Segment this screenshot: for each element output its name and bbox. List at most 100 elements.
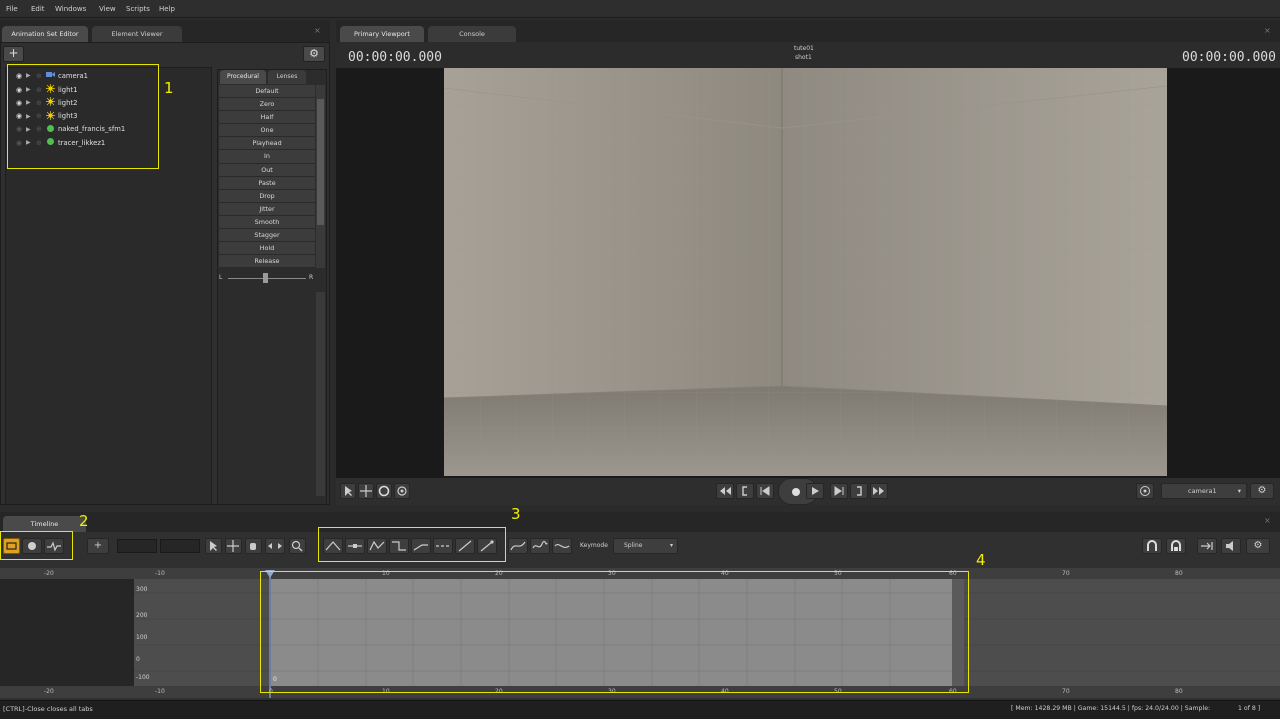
keymode-dropdown[interactable]: Spline ▾ (613, 538, 678, 554)
tab-timeline[interactable]: Timeline (3, 516, 86, 532)
status-page: 1 of 8 ] (1238, 705, 1261, 712)
snap-icon[interactable] (1166, 538, 1186, 554)
curve-bake-icon[interactable] (552, 538, 572, 554)
add-key-icon[interactable]: + (87, 538, 109, 554)
time-field-1[interactable] (117, 539, 157, 553)
procedural-item[interactable]: Hold (219, 242, 315, 256)
tab-console[interactable]: Console (428, 26, 516, 42)
channel-list (0, 579, 134, 686)
procedural-item[interactable]: Playhead (219, 137, 315, 151)
procedural-item[interactable]: Half (219, 111, 315, 125)
viewport-toolbar: camera1 ▾ ⚙ (336, 478, 1280, 505)
status-stats: [ Mem: 1428.29 MB | Game: 15144.5 | fps:… (1011, 705, 1211, 712)
procedural-item[interactable]: Jitter (219, 202, 315, 216)
room-scene (444, 68, 1167, 476)
shot-name: tute01 (794, 45, 814, 52)
menu-file[interactable]: File (6, 5, 18, 13)
menu-scripts[interactable]: Scripts (126, 5, 150, 13)
gear-icon[interactable]: ⚙ (1246, 538, 1270, 554)
procedural-item[interactable]: In (219, 150, 315, 164)
scale-time-icon[interactable] (265, 538, 285, 554)
rewind-icon[interactable] (716, 483, 734, 499)
close-icon[interactable]: ⨯ (314, 26, 321, 35)
status-bar: [CTRL]-Close closes all tabs [ Mem: 1428… (0, 700, 1280, 719)
audio-icon[interactable] (1221, 538, 1241, 554)
y-label: 300 (136, 586, 148, 593)
y-label: -100 (136, 674, 150, 681)
scale-tool-icon[interactable] (394, 483, 410, 499)
fast-forward-icon[interactable] (870, 483, 888, 499)
procedural-item[interactable]: Release (219, 255, 315, 269)
menu-help[interactable]: Help (159, 5, 175, 13)
time-left: 00:00:00.000 (348, 50, 442, 65)
tab-procedural[interactable]: Procedural (220, 70, 266, 84)
left-tabstrip: Animation Set Editor Element Viewer ⨯ (0, 20, 330, 42)
select-tool-icon[interactable] (340, 483, 356, 499)
time-field-2[interactable] (160, 539, 200, 553)
ruler-tick-label: -20 (44, 570, 54, 577)
previous-frame-icon[interactable] (756, 483, 774, 499)
camera-dropdown[interactable]: camera1 ▾ (1161, 483, 1247, 499)
annotation-label-2: 2 (79, 512, 89, 530)
procedural-item[interactable]: Drop (219, 189, 315, 203)
status-message: [CTRL]-Close closes all tabs (3, 705, 93, 713)
curve-noise-icon[interactable] (530, 538, 550, 554)
close-icon[interactable]: ⨯ (1264, 26, 1271, 35)
menu-edit[interactable]: Edit (31, 5, 45, 13)
tab-lenses[interactable]: Lenses (268, 70, 306, 84)
jump-end-icon[interactable] (1197, 538, 1217, 554)
select-tool-icon[interactable] (205, 538, 222, 554)
procedural-list: Default Zero Half One Playhead In Out Paste Drop… (219, 85, 315, 269)
menu-view[interactable]: View (99, 5, 116, 13)
viewport-tabstrip: Primary Viewport Console ⨯ (336, 20, 1280, 42)
tab-element-viewer[interactable]: Element Viewer (92, 26, 182, 42)
lower-scrollbar[interactable] (316, 292, 325, 496)
ruler-tick-label: 80 (1175, 570, 1183, 577)
ruler-tick-label: 80 (1175, 688, 1183, 695)
menu-windows[interactable]: Windows (55, 5, 86, 13)
lr-slider-handle[interactable] (263, 273, 268, 283)
mark-in-icon[interactable] (736, 483, 754, 499)
curve-smooth-icon[interactable] (508, 538, 528, 554)
annotation-box-3 (318, 527, 506, 562)
slider-right-label: R (309, 274, 314, 281)
procedural-item[interactable]: One (219, 124, 315, 138)
annotation-label-1: 1 (164, 79, 174, 97)
annotation-box-4 (260, 571, 969, 693)
scene-render[interactable] (444, 68, 1167, 476)
annotation-label-3: 3 (511, 505, 521, 523)
close-icon[interactable]: ⨯ (1264, 516, 1271, 525)
rotate-tool-icon[interactable] (376, 483, 392, 499)
procedural-item[interactable]: Out (219, 163, 315, 177)
move-tool-icon[interactable] (225, 538, 242, 554)
procedural-scrollbar[interactable] (316, 85, 325, 268)
annotation-label-4: 4 (976, 551, 986, 569)
timeline-tabstrip: Timeline ⨯ (0, 512, 1280, 532)
procedural-item[interactable]: Default (219, 85, 315, 99)
annotation-box-1 (7, 64, 159, 169)
camera-dropdown-value: camera1 (1188, 487, 1217, 495)
viewport-panel: 00:00:00.000 00:00:00.000 tute01 shot1 c… (336, 42, 1280, 505)
ruler-tick-label: -10 (155, 688, 165, 695)
add-icon[interactable]: + (3, 46, 24, 62)
move-tool-icon[interactable] (358, 483, 374, 499)
tab-primary-viewport[interactable]: Primary Viewport (340, 26, 424, 42)
procedural-item[interactable]: Smooth (219, 215, 315, 230)
procedural-item[interactable]: Zero (219, 98, 315, 112)
hand-tool-icon[interactable] (245, 538, 262, 554)
gear-icon[interactable]: ⚙ (303, 46, 325, 62)
play-icon[interactable] (806, 483, 824, 499)
procedural-item[interactable]: Paste (219, 176, 315, 190)
keymode-label: Keymode (580, 542, 608, 549)
next-frame-icon[interactable] (830, 483, 848, 499)
tab-animation-set-editor[interactable]: Animation Set Editor (2, 26, 88, 42)
annotation-box-2 (0, 531, 73, 560)
magnet-icon[interactable] (1142, 538, 1162, 554)
procedural-item[interactable]: Stagger (219, 229, 315, 243)
gear-icon[interactable]: ⚙ (1250, 483, 1274, 499)
y-label: 200 (136, 612, 148, 619)
scroll-thumb[interactable] (317, 99, 324, 225)
target-icon[interactable] (1136, 483, 1154, 499)
mark-out-icon[interactable] (850, 483, 868, 499)
zoom-icon[interactable] (289, 538, 306, 554)
